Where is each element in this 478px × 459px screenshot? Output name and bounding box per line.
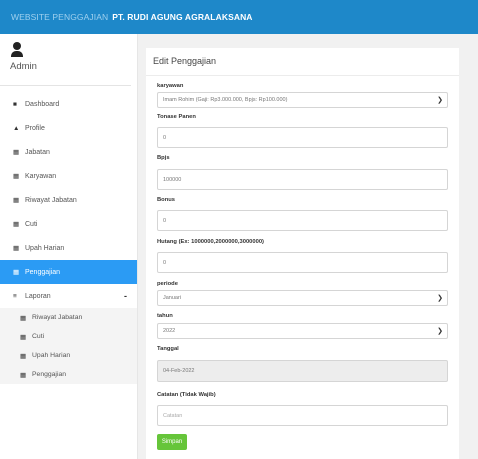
table-icon: ▦ bbox=[13, 149, 20, 156]
user-icon: ▲ bbox=[13, 124, 20, 132]
sidebar-item-upah-harian[interactable]: ▦ Upah Harian bbox=[0, 236, 137, 260]
bpjs-label: Bpjs bbox=[157, 155, 170, 161]
page-title: Edit Penggajian bbox=[146, 48, 459, 76]
table-icon: ▦ bbox=[20, 333, 27, 341]
tanggal-label: Tanggal bbox=[157, 346, 179, 352]
tanggal-input: 04-Feb-2022 bbox=[157, 360, 448, 382]
hutang-label: Hutang (Ex: 1000000,2000000,3000000) bbox=[157, 239, 264, 245]
table-icon: ▦ bbox=[13, 245, 20, 252]
sidebar-item-label: Penggajian bbox=[25, 268, 61, 276]
sidebar-item-label: Cuti bbox=[25, 220, 38, 228]
table-icon: ▦ bbox=[13, 197, 20, 204]
subitem-riwayat-jabatan[interactable]: ▦ Riwayat Jabatan bbox=[0, 308, 137, 327]
subitem-upah-harian[interactable]: ▦ Upah Harian bbox=[0, 346, 137, 365]
subitem-label: Penggajian bbox=[32, 371, 67, 378]
subitem-label: Upah Harian bbox=[32, 352, 71, 359]
bonus-label: Bonus bbox=[157, 197, 176, 203]
sidebar-item-label: Upah Harian bbox=[25, 244, 65, 252]
user-name: Admin bbox=[10, 61, 37, 72]
tonase-input[interactable]: 0 bbox=[157, 127, 448, 148]
user-icon bbox=[10, 42, 24, 58]
sidebar-item-label: Riwayat Jabatan bbox=[25, 196, 77, 204]
edit-form: karyawan Imam Rohim (Gaji: Rp3.000.000, … bbox=[146, 76, 459, 450]
table-icon: ▦ bbox=[20, 352, 27, 360]
company-name: PT. RUDI AGUNG AGRALAKSANA bbox=[112, 12, 253, 22]
site-title: WEBSITE PENGGAJIAN bbox=[11, 12, 109, 22]
top-bar: WEBSITE PENGGAJIAN PT. RUDI AGUNG AGRALA… bbox=[0, 0, 478, 34]
sidebar-item-riwayat-jabatan[interactable]: ▦ Riwayat Jabatan bbox=[0, 188, 137, 212]
hutang-input[interactable]: 0 bbox=[157, 252, 448, 273]
sidebar-item-label: Profile bbox=[25, 124, 45, 132]
subitem-label: Riwayat Jabatan bbox=[32, 314, 83, 321]
periode-label: periode bbox=[157, 281, 178, 287]
user-panel: Admin bbox=[0, 34, 131, 86]
bonus-input[interactable]: 0 bbox=[157, 210, 448, 231]
bpjs-input[interactable]: 100000 bbox=[157, 169, 448, 190]
periode-select[interactable]: Januari ❯ bbox=[157, 290, 448, 306]
chevron-down-icon: ❯ bbox=[437, 295, 443, 302]
edit-panel: Edit Penggajian karyawan Imam Rohim (Gaj… bbox=[146, 48, 459, 459]
sidebar-item-laporan[interactable]: ≡ Laporan - bbox=[0, 284, 137, 308]
periode-value: Januari bbox=[163, 295, 182, 301]
save-button[interactable]: Simpan bbox=[157, 434, 187, 450]
table-icon: ▦ bbox=[13, 269, 20, 276]
sidebar: Admin ■ Dashboard ▲ Profile ▦ Jabatan ▦ Kary… bbox=[0, 34, 138, 459]
sidebar-item-label: Laporan bbox=[25, 292, 51, 300]
sidebar-item-label: Dashboard bbox=[25, 100, 60, 108]
table-icon: ▦ bbox=[13, 221, 20, 228]
catatan-input[interactable]: Catatan bbox=[157, 405, 448, 426]
tahun-select[interactable]: 2022 ❯ bbox=[157, 323, 448, 339]
subitem-penggajian[interactable]: ▦ Penggajian bbox=[0, 365, 137, 384]
sidebar-item-penggajian[interactable]: ▦ Penggajian bbox=[0, 260, 137, 284]
chevron-down-icon: ❯ bbox=[437, 97, 443, 104]
bars-icon: ≡ bbox=[13, 292, 17, 300]
sidebar-item-karyawan[interactable]: ▦ Karyawan bbox=[0, 164, 137, 188]
home-icon: ■ bbox=[13, 100, 17, 108]
tahun-label: tahun bbox=[157, 313, 173, 319]
subitem-label: Cuti bbox=[32, 333, 45, 340]
karyawan-label: karyawan bbox=[157, 83, 184, 89]
table-icon: ▦ bbox=[20, 371, 27, 379]
tahun-value: 2022 bbox=[163, 328, 176, 334]
sidebar-item-jabatan[interactable]: ▦ Jabatan bbox=[0, 140, 137, 164]
table-icon: ▦ bbox=[20, 314, 27, 322]
sidebar-item-profile[interactable]: ▲ Profile bbox=[0, 116, 137, 140]
catatan-label: Catatan (Tidak Wajib) bbox=[157, 392, 216, 398]
collapse-icon[interactable]: - bbox=[124, 291, 127, 301]
sidebar-item-label: Jabatan bbox=[25, 148, 50, 156]
table-icon: ▦ bbox=[13, 173, 20, 180]
sidebar-item-cuti[interactable]: ▦ Cuti bbox=[0, 212, 137, 236]
chevron-down-icon: ❯ bbox=[437, 328, 443, 335]
subitem-cuti[interactable]: ▦ Cuti bbox=[0, 327, 137, 346]
sidebar-item-dashboard[interactable]: ■ Dashboard bbox=[0, 92, 137, 116]
karyawan-value: Imam Rohim (Gaji: Rp3.000.000, Bpjs: Rp1… bbox=[163, 97, 288, 103]
laporan-submenu: ▦ Riwayat Jabatan ▦ Cuti ▦ Upah Harian ▦ Pen… bbox=[0, 308, 137, 384]
sidebar-item-label: Karyawan bbox=[25, 172, 57, 180]
sidebar-menu: ■ Dashboard ▲ Profile ▦ Jabatan ▦ Karyawan ▦… bbox=[0, 92, 137, 308]
tonase-label: Tonase Panen bbox=[157, 114, 196, 120]
karyawan-select[interactable]: Imam Rohim (Gaji: Rp3.000.000, Bpjs: Rp1… bbox=[157, 92, 448, 108]
